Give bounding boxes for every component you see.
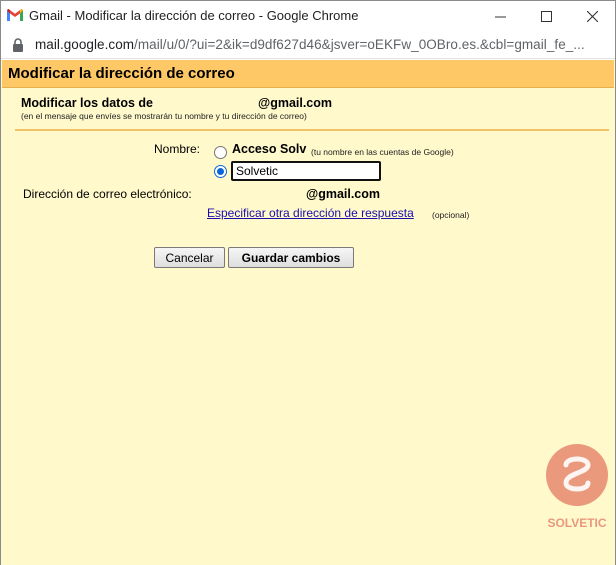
custom-name-input[interactable] xyxy=(231,161,381,181)
maximize-button[interactable] xyxy=(523,1,569,31)
email-value: @gmail.com xyxy=(306,187,381,201)
title-bar: Gmail - Modificar la dirección de correo… xyxy=(1,1,615,31)
section-title: Modificar los datos de xyxy=(21,96,153,110)
close-icon xyxy=(586,10,598,22)
dialog-content: Modificar la dirección de correo Modific… xyxy=(1,60,615,565)
gmail-logo-icon xyxy=(7,9,23,21)
url-text[interactable]: mail.google.com/mail/u/0/?ui=2&ik=d9df62… xyxy=(35,37,585,52)
reply-optional-note: (opcional) xyxy=(432,210,470,220)
section-email: @gmail.com xyxy=(258,96,333,110)
name-option-hint: (tu nombre en las cuentas de Google) xyxy=(311,147,454,157)
minimize-icon xyxy=(494,16,506,17)
dialog-title: Modificar la dirección de correo xyxy=(8,65,235,82)
url-path: /mail/u/0/?ui=2&ik=d9df627d46&jsver=oEKF… xyxy=(134,37,585,52)
close-button[interactable] xyxy=(569,1,615,31)
lock-icon xyxy=(13,38,23,52)
reply-to-link[interactable]: Especificar otra dirección de respuesta xyxy=(207,206,414,220)
browser-window: Gmail - Modificar la dirección de correo… xyxy=(0,0,616,565)
dialog-header: Modificar la dirección de correo xyxy=(2,60,614,88)
url-host: mail.google.com xyxy=(35,37,135,52)
name-option-google-radio[interactable] xyxy=(214,146,227,159)
maximize-icon xyxy=(540,10,552,22)
window-title: Gmail - Modificar la dirección de correo… xyxy=(29,8,359,23)
watermark-brand: SOLVETIC xyxy=(547,516,606,530)
name-label: Nombre: xyxy=(154,142,201,156)
cancel-button[interactable]: Cancelar xyxy=(154,247,225,268)
save-button[interactable]: Guardar cambios xyxy=(228,247,354,268)
section-note: (en el mensaje que envíes se mostrarán t… xyxy=(21,111,307,121)
name-option-google-label[interactable]: Acceso Solv xyxy=(232,142,306,156)
email-label: Dirección de correo electrónico: xyxy=(23,187,192,201)
address-bar[interactable]: mail.google.com/mail/u/0/?ui=2&ik=d9df62… xyxy=(1,31,615,59)
name-option-custom-radio[interactable] xyxy=(214,165,227,178)
minimize-button[interactable] xyxy=(477,1,523,31)
solvetic-logo-icon: SOLVETIC xyxy=(546,444,608,530)
divider xyxy=(15,129,609,131)
